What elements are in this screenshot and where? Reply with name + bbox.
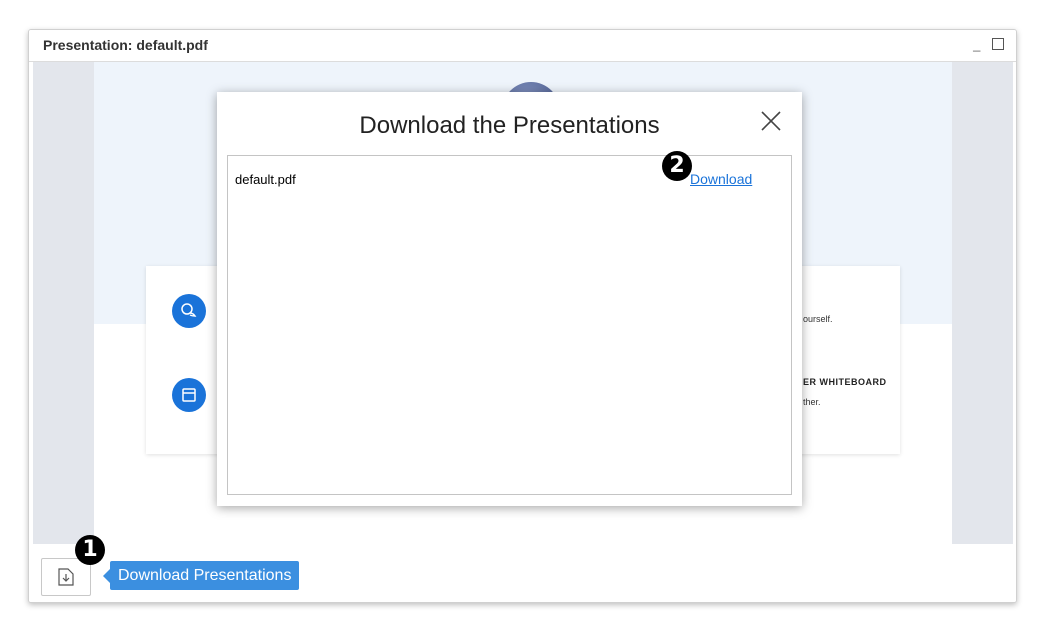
chat-icon (172, 294, 206, 328)
maximize-button[interactable] (992, 38, 1004, 50)
file-name: default.pdf (235, 172, 296, 187)
download-presentations-dialog: Download the Presentations default.pdf D… (217, 92, 802, 506)
minimize-button[interactable]: _ (973, 37, 980, 52)
file-list: default.pdf Download (227, 155, 792, 495)
download-file-icon (58, 568, 74, 586)
dialog-title: Download the Presentations (359, 112, 660, 139)
download-presentations-tooltip: Download Presentations (102, 561, 300, 590)
window-controls: _ (965, 37, 1004, 52)
window-titlebar: Presentation: default.pdf _ (29, 30, 1016, 62)
window-title: Presentation: default.pdf (43, 37, 208, 53)
feature-2-text: ther. (803, 397, 821, 407)
presentation-toolbar: Download Presentations (29, 544, 1016, 602)
close-icon (761, 111, 781, 131)
whiteboard-icon (172, 378, 206, 412)
step-2-badge: 2 (662, 151, 692, 181)
feature-1-text: ourself. (803, 314, 833, 324)
close-button[interactable] (756, 106, 786, 136)
step-1-badge: 1 (75, 535, 105, 565)
file-download-link[interactable]: Download (690, 171, 752, 187)
feature-2-heading: ER WHITEBOARD (803, 377, 887, 387)
